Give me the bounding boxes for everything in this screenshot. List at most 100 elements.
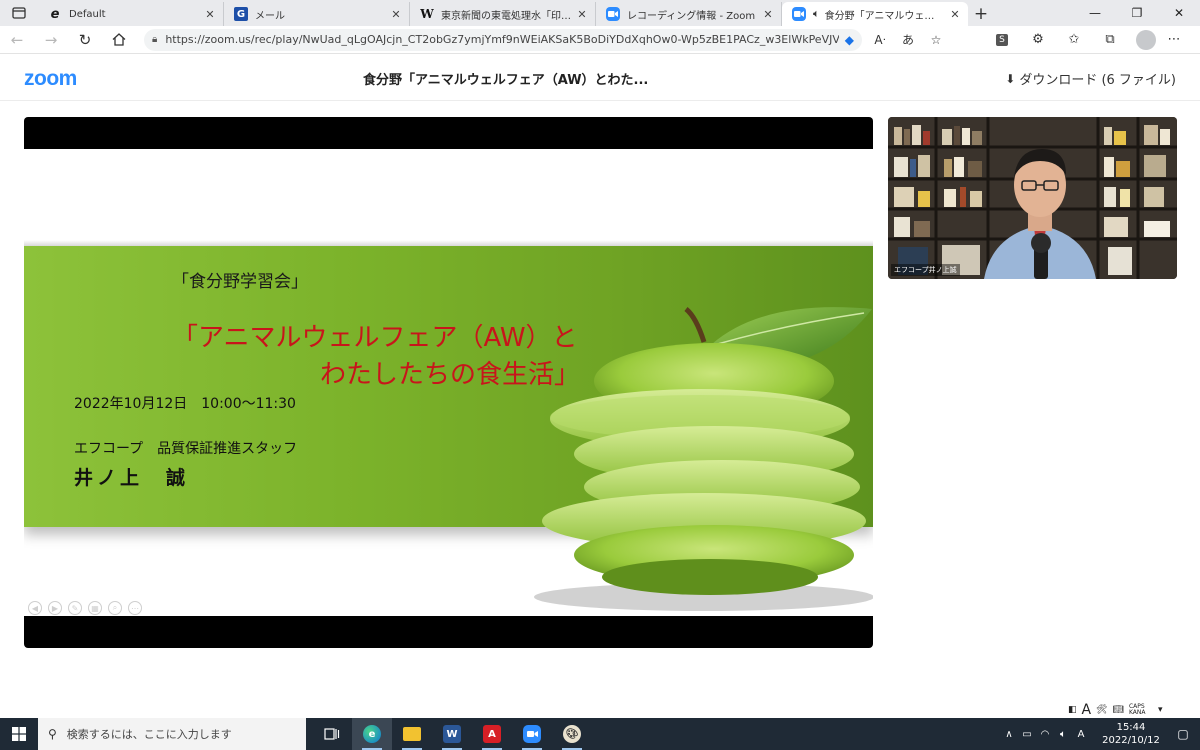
tab-title: 東京新聞の東電処理水「印象操作 (441, 10, 571, 22)
address-bar[interactable]: 🔒︎ https://zoom.us/rec/play/NwUad_qLgOAJ… (144, 28, 862, 51)
edge-icon: e (363, 725, 381, 743)
slide-title-line2: わたしたちの食生活」 (320, 360, 581, 390)
collections-icon[interactable]: ⧉ (1092, 26, 1128, 54)
tab-title: 食分野「アニマルウェルフェア（AW）とわたしたちの食生活」 (824, 10, 944, 22)
close-icon[interactable]: ✕ (575, 8, 589, 21)
zoom-magnifier-icon[interactable]: ⌕ (108, 601, 122, 615)
speaker-video-thumbnail[interactable]: エフコープ井ノ上誠 (888, 117, 1177, 279)
more-options-icon[interactable]: ⋯ (128, 601, 142, 615)
browser-tab-strip: e Default ✕ G メール ✕ W 東京新聞の東電処理水「印象操作 ✕ … (0, 0, 1200, 26)
taskbar-acrobat[interactable]: A (472, 718, 512, 750)
slide-title-line1: 「アニマルウェルフェア（AW）と (172, 323, 578, 353)
window-controls: — ❐ ✕ (1074, 0, 1200, 26)
zoom-icon (606, 7, 620, 21)
close-icon[interactable]: ✕ (761, 8, 775, 21)
tab-mail[interactable]: G メール ✕ (224, 2, 410, 26)
presentation-slide: 「食分野学習会」 「アニマルウェルフェア（AW）と わたしたちの食生活」 202… (24, 149, 873, 616)
taskbar-search-box[interactable]: ⚲ 検索するには、ここに入力します (38, 718, 306, 750)
translate-icon[interactable]: あ (894, 26, 922, 54)
tab-title: メール (255, 10, 285, 22)
pen-icon[interactable]: ✎ (68, 601, 82, 615)
system-tray: ∧ ▭ ◠ 🔈︎ A 15:44 2022/10/12 ▢ (1000, 718, 1200, 750)
wikipedia-icon: W (420, 7, 434, 21)
tab-recording-info[interactable]: レコーディング情報 - Zoom ✕ (596, 2, 782, 26)
forward-button[interactable]: → (34, 26, 68, 54)
close-icon[interactable]: ✕ (203, 8, 217, 21)
tray-expand-icon[interactable]: ▾ (1158, 705, 1163, 715)
acrobat-icon: A (483, 725, 501, 743)
taskbar-file-explorer[interactable] (392, 718, 432, 750)
clock-time: 15:44 (1116, 722, 1146, 733)
zoom-icon (792, 7, 806, 21)
wifi-icon[interactable]: ◠ (1036, 729, 1054, 740)
search-icon: ⚲ (48, 727, 57, 741)
taskbar-zoom[interactable] (512, 718, 552, 750)
task-view-button[interactable] (312, 718, 352, 750)
caps-kana-status: CAPS KANA (1128, 703, 1146, 716)
windows-taskbar: ⚲ 検索するには、ここに入力します e W A 🎨︎ ∧ ▭ ◠ 🔈︎ A 15… (0, 718, 1200, 750)
extensions-icon[interactable]: ⚙ (1020, 26, 1056, 54)
browser-right-icons: S ⚙ ✩ ⧉ ⋯ (984, 26, 1200, 54)
new-tab-button[interactable]: + (968, 2, 994, 26)
network-icon[interactable]: ▭ (1018, 729, 1036, 740)
read-aloud-icon[interactable]: Aᐧ (866, 26, 894, 54)
back-button[interactable]: ← (0, 26, 34, 54)
speaker-icon[interactable]: 🔈︎ (813, 7, 820, 21)
favorite-star-icon[interactable]: ☆ (922, 26, 950, 54)
next-slide-icon[interactable]: ▶ (48, 601, 62, 615)
task-view-icon (324, 728, 340, 740)
download-button[interactable]: ⬇ ダウンロード (6 ファイル) (1005, 69, 1176, 89)
tab-news[interactable]: W 東京新聞の東電処理水「印象操作 ✕ (410, 2, 596, 26)
profile-avatar[interactable] (1136, 29, 1156, 50)
slides-grid-icon[interactable]: ▦ (88, 601, 102, 615)
recording-video-player[interactable]: 「食分野学習会」 「アニマルウェルフェア（AW）と わたしたちの食生活」 202… (24, 117, 873, 648)
slide-date-time: 2022年10月12日 10:00～11:30 (74, 396, 296, 412)
windows-logo-icon (12, 727, 26, 741)
zoom-logo[interactable]: zoom (24, 67, 77, 91)
volume-icon[interactable]: 🔈︎ (1054, 729, 1072, 740)
restore-button[interactable]: ❐ (1116, 0, 1158, 26)
browser-toolbar: ← → ↻ 🔒︎ https://zoom.us/rec/play/NwUad_… (0, 26, 1200, 54)
notification-icon[interactable]: ▢ (1166, 727, 1200, 741)
lock-icon[interactable]: 🔒︎ (152, 34, 157, 45)
recording-title: 食分野「アニマルウェルフェア（AW）とわた... (363, 73, 649, 88)
minimize-button[interactable]: — (1074, 0, 1116, 26)
start-button[interactable] (0, 718, 38, 750)
font-a-icon[interactable]: A (1082, 702, 1092, 718)
taskbar-edge[interactable]: e (352, 718, 392, 750)
tray-chevron-icon[interactable]: ∧ (1000, 729, 1018, 740)
tab-default[interactable]: e Default ✕ (38, 2, 224, 26)
paint-icon: 🎨︎ (563, 725, 581, 743)
close-icon[interactable]: ✕ (948, 8, 962, 21)
ime-tool-icon[interactable]: 🛠︎ (1096, 705, 1107, 715)
speaker-name-label: エフコープ井ノ上誠 (891, 264, 960, 276)
home-icon (112, 33, 126, 46)
more-menu-icon[interactable]: ⋯ (1156, 26, 1192, 54)
tab-actions-icon (12, 7, 26, 19)
slide-study-group: 「食分野学習会」 (172, 272, 308, 292)
prev-slide-icon[interactable]: ◀ (28, 601, 42, 615)
zoom-icon (523, 725, 541, 743)
extension-s-icon[interactable]: S (984, 26, 1020, 54)
zoom-header: zoom 食分野「アニマルウェルフェア（AW）とわた... ⬇ ダウンロード (… (0, 55, 1200, 101)
taskbar-paint[interactable]: 🎨︎ (552, 718, 592, 750)
taskbar-clock[interactable]: 15:44 2022/10/12 (1096, 721, 1166, 747)
tab-title: レコーディング情報 - Zoom (627, 10, 756, 22)
home-button[interactable] (102, 26, 136, 54)
clock-date: 2022/10/12 (1102, 735, 1160, 746)
close-icon[interactable]: ✕ (389, 8, 403, 21)
slide-presenter: 井ノ上 誠 (74, 467, 190, 489)
ie-icon: e (50, 6, 60, 22)
tab-active-recording[interactable]: 🔈︎ 食分野「アニマルウェルフェア（AW）とわたしたちの食生活」 ✕ (782, 2, 968, 26)
url-text: https://zoom.us/rec/play/NwUad_qLgOAJcjn… (165, 33, 839, 46)
ime-a-icon[interactable]: A (1072, 729, 1090, 740)
refresh-button[interactable]: ↻ (68, 26, 102, 54)
extension-tag-icon[interactable]: ◆ (845, 33, 854, 47)
favorites-icon[interactable]: ✩ (1056, 26, 1092, 54)
goo-mail-icon: G (234, 7, 248, 21)
ime-mode-icon[interactable]: ◧ (1068, 705, 1077, 715)
ime-dictionary-icon[interactable]: 📖︎ (1113, 705, 1124, 715)
tab-actions-button[interactable] (0, 0, 38, 26)
close-window-button[interactable]: ✕ (1158, 0, 1200, 26)
taskbar-word[interactable]: W (432, 718, 472, 750)
